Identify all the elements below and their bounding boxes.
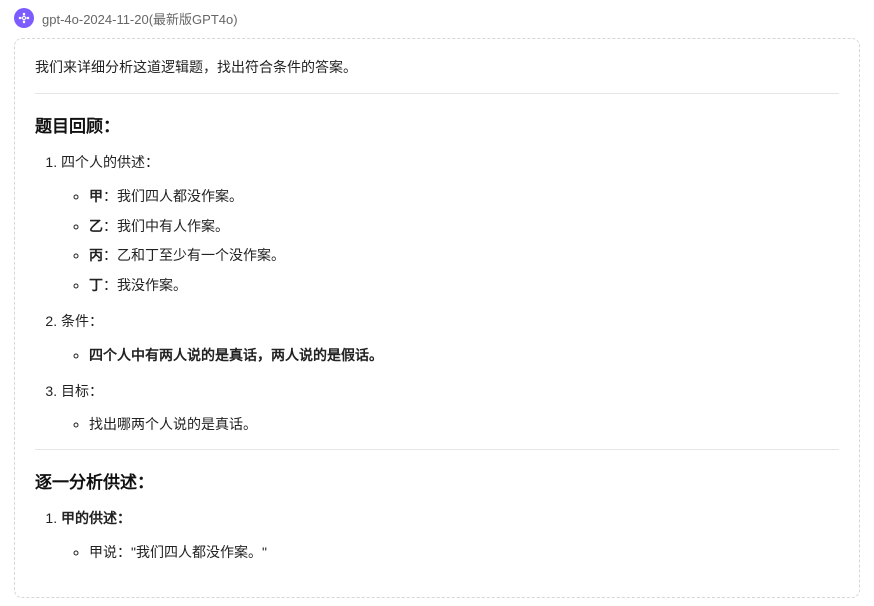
person-label: 甲 [89, 188, 103, 204]
message-header: gpt-4o-2024-11-20(最新版GPT4o) [14, 8, 860, 28]
analysis-text: 甲说："我们四人都没作案。" [89, 544, 267, 560]
review-list: 四个人的供述： 甲：我们四人都没作案。 乙：我们中有人作案。 丙：乙和丁至少有一… [35, 151, 839, 437]
intro-text: 我们来详细分析这道逻辑题，找出符合条件的答案。 [35, 57, 839, 77]
item-label: 甲的供述： [61, 510, 131, 526]
message-card: 我们来详细分析这道逻辑题，找出符合条件的答案。 题目回顾： 四个人的供述： 甲：… [14, 38, 860, 598]
model-avatar-icon [14, 8, 34, 28]
list-item: 甲的供述： 甲说："我们四人都没作案。" [61, 507, 839, 565]
goal-text: 找出哪两个人说的是真话。 [89, 416, 257, 432]
list-item: 四个人的供述： 甲：我们四人都没作案。 乙：我们中有人作案。 丙：乙和丁至少有一… [61, 151, 839, 298]
person-label: 丙 [89, 247, 103, 263]
list-item: 丁：我没作案。 [89, 274, 839, 298]
list-item: 找出哪两个人说的是真话。 [89, 413, 839, 437]
list-item: 丙：乙和丁至少有一个没作案。 [89, 244, 839, 268]
condition-text: 四个人中有两人说的是真话，两人说的是假话。 [89, 347, 383, 363]
divider [35, 449, 839, 450]
statement-text: ：乙和丁至少有一个没作案。 [103, 247, 285, 263]
statements-list: 甲：我们四人都没作案。 乙：我们中有人作案。 丙：乙和丁至少有一个没作案。 丁：… [61, 185, 839, 298]
list-item: 甲：我们四人都没作案。 [89, 185, 839, 209]
condition-list: 四个人中有两人说的是真话，两人说的是假话。 [61, 344, 839, 368]
item-label: 条件： [61, 313, 103, 329]
list-item: 条件： 四个人中有两人说的是真话，两人说的是假话。 [61, 310, 839, 368]
section-title-analysis: 逐一分析供述： [35, 468, 839, 493]
list-item: 乙：我们中有人作案。 [89, 215, 839, 239]
analysis-sub-list: 甲说："我们四人都没作案。" [61, 541, 839, 565]
divider [35, 93, 839, 94]
goal-list: 找出哪两个人说的是真话。 [61, 413, 839, 437]
analysis-list: 甲的供述： 甲说："我们四人都没作案。" [35, 507, 839, 565]
model-name: gpt-4o-2024-11-20(最新版GPT4o) [42, 9, 238, 28]
statement-text: ：我们中有人作案。 [103, 218, 229, 234]
list-item: 甲说："我们四人都没作案。" [89, 541, 839, 565]
item-label: 四个人的供述： [61, 154, 159, 170]
list-item: 四个人中有两人说的是真话，两人说的是假话。 [89, 344, 839, 368]
statement-text: ：我没作案。 [103, 277, 187, 293]
statement-text: ：我们四人都没作案。 [103, 188, 243, 204]
section-title-review: 题目回顾： [35, 112, 839, 137]
person-label: 乙 [89, 218, 103, 234]
person-label: 丁 [89, 277, 103, 293]
item-label: 目标： [61, 383, 103, 399]
list-item: 目标： 找出哪两个人说的是真话。 [61, 380, 839, 438]
